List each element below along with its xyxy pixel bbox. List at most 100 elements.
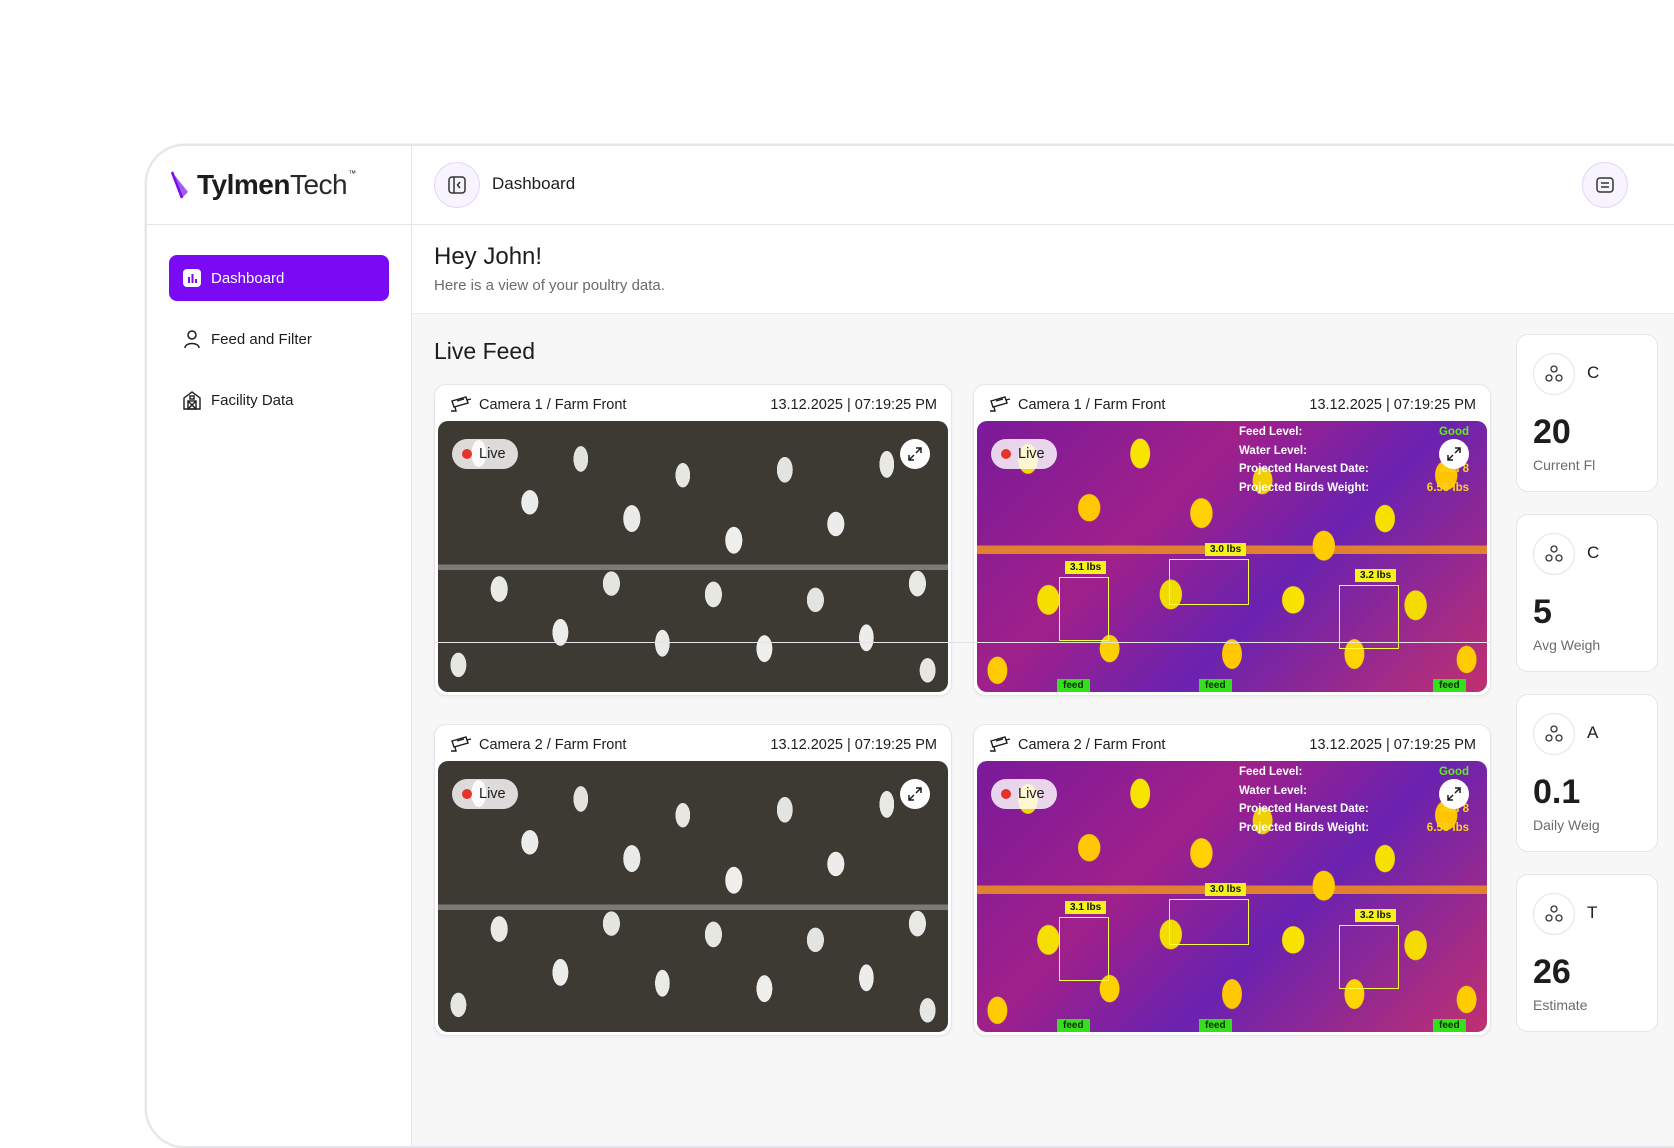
bird-bounding-box: [1059, 917, 1109, 981]
sidebar: TylmenTech™ Dashboard Feed and Filter Fa…: [147, 146, 412, 1146]
expand-icon: [1446, 446, 1462, 462]
camera-card[interactable]: Camera 1 / Farm Front 13.12.2025 | 07:19:…: [973, 384, 1491, 696]
recycle-icon: [1533, 713, 1575, 755]
bird-weight-tag: 3.1 lbs: [1065, 561, 1107, 574]
stat-label: C: [1587, 363, 1600, 382]
expand-icon: [1446, 786, 1462, 802]
camera-card[interactable]: Camera 2 / Farm Front 13.12.2025 | 07:19:…: [973, 724, 1491, 1036]
stat-card[interactable]: T 26 Estimate: [1516, 874, 1658, 1032]
user-icon: [181, 328, 203, 350]
overlay-label: Projected Birds Weight:: [1239, 481, 1370, 494]
overlay-value: 6.58 lbs: [1426, 821, 1469, 834]
stat-subtitle: Current Fl: [1533, 457, 1596, 473]
recycle-icon: [1533, 353, 1575, 395]
bird-weight-tag: 3.0 lbs: [1205, 883, 1247, 896]
live-dot-icon: [462, 449, 472, 459]
stat-card[interactable]: C 5 Avg Weigh: [1516, 514, 1658, 672]
cctv-camera-icon: [449, 395, 473, 415]
divider: [434, 642, 1490, 643]
greeting-banner: Hey John! Here is a view of your poultry…: [412, 225, 1674, 314]
sidebar-item-label: Dashboard: [211, 269, 285, 287]
feed-tag: feed: [1199, 1019, 1232, 1032]
stat-subtitle: Daily Weig: [1533, 817, 1600, 833]
camera-card[interactable]: Camera 2 / Farm Front 13.12.2025 | 07:19:…: [434, 724, 952, 1036]
overlay-label: Feed Level:: [1239, 766, 1303, 778]
bird-weight-tag: 3.1 lbs: [1065, 901, 1107, 914]
feed-tag: feed: [1433, 679, 1466, 692]
bird-bounding-box: [1169, 559, 1249, 605]
topbar: Dashboard: [412, 146, 1674, 225]
camera-header: Camera 1 / Farm Front 13.12.2025 | 07:19:…: [988, 395, 1476, 415]
live-badge: Live: [452, 439, 518, 469]
stat-value: 0.1: [1533, 773, 1581, 811]
live-dot-icon: [1001, 789, 1011, 799]
feather-logo-icon: [170, 171, 188, 199]
camera-timestamp: 13.12.2025 | 07:19:25 PM: [770, 737, 937, 753]
overlay-label: Projected Harvest Date:: [1239, 803, 1369, 815]
greeting-subtitle: Here is a view of your poultry data.: [434, 277, 665, 294]
camera-name: Camera 2 / Farm Front: [479, 737, 627, 753]
live-dot-icon: [462, 789, 472, 799]
cctv-camera-icon: [988, 735, 1012, 755]
bird-weight-tag: 3.2 lbs: [1355, 909, 1397, 922]
camera-header: Camera 1 / Farm Front 13.12.2025 | 07:19:…: [449, 395, 937, 415]
camera-view[interactable]: Live: [438, 761, 948, 1032]
feed-tag: feed: [1199, 679, 1232, 692]
camera-name: Camera 1 / Farm Front: [479, 397, 627, 413]
camera-view[interactable]: Live: [438, 421, 948, 692]
feed-tag: feed: [1057, 679, 1090, 692]
chart-icon: [181, 267, 203, 289]
recycle-icon: [1533, 893, 1575, 935]
bird-bounding-box: [1059, 577, 1109, 641]
bird-weight-tag: 3.2 lbs: [1355, 569, 1397, 582]
stat-value: 20: [1533, 413, 1571, 451]
stat-label: T: [1587, 903, 1598, 922]
bird-bounding-box: [1339, 585, 1399, 649]
expand-button[interactable]: [900, 439, 930, 469]
bird-bounding-box: [1169, 899, 1249, 945]
overlay-label: Water Level:: [1239, 784, 1307, 797]
sidebar-toggle-icon: [448, 176, 466, 194]
expand-icon: [907, 446, 923, 462]
sidebar-item-facility-data[interactable]: Facility Data: [169, 377, 389, 423]
sidebar-item-dashboard[interactable]: Dashboard: [169, 255, 389, 301]
live-badge: Live: [991, 779, 1057, 809]
stat-subtitle: Avg Weigh: [1533, 637, 1601, 653]
cctv-camera-icon: [988, 395, 1012, 415]
expand-button[interactable]: [1439, 439, 1469, 469]
sidebar-item-feed-and-filter[interactable]: Feed and Filter: [169, 316, 389, 362]
live-badge: Live: [452, 779, 518, 809]
cctv-camera-icon: [449, 735, 473, 755]
expand-button[interactable]: [1439, 779, 1469, 809]
camera-view[interactable]: Live Feed Level:GoodWater Level:GProjecte…: [977, 761, 1487, 1032]
menu-icon: [1596, 177, 1614, 193]
collapse-sidebar-button[interactable]: [434, 162, 480, 208]
overlay-label: Water Level:: [1239, 444, 1307, 457]
brand-logo[interactable]: TylmenTech™: [147, 146, 411, 225]
stats-overlay: Feed Level:GoodWater Level:GProjected Ha…: [1239, 763, 1469, 837]
expand-button[interactable]: [900, 779, 930, 809]
live-label: Live: [479, 786, 506, 802]
stat-value: 5: [1533, 593, 1552, 631]
camera-name: Camera 1 / Farm Front: [1018, 397, 1166, 413]
camera-view[interactable]: Live Feed Level:GoodWater Level:GProjecte…: [977, 421, 1487, 692]
sidebar-nav: Dashboard Feed and Filter Facility Data: [147, 225, 411, 468]
barn-icon: [181, 389, 203, 411]
live-dot-icon: [1001, 449, 1011, 459]
feed-tag: feed: [1057, 1019, 1090, 1032]
camera-name: Camera 2 / Farm Front: [1018, 737, 1166, 753]
camera-header: Camera 2 / Farm Front 13.12.2025 | 07:19:…: [988, 735, 1476, 755]
menu-button[interactable]: [1582, 162, 1628, 208]
stat-label: A: [1587, 723, 1599, 742]
stat-card[interactable]: C 20 Current Fl: [1516, 334, 1658, 492]
page-title: Dashboard: [492, 174, 576, 193]
app-frame: TylmenTech™ Dashboard Feed and Filter Fa…: [145, 144, 1674, 1148]
stats-overlay: Feed Level:GoodWater Level:GProjected Ha…: [1239, 423, 1469, 497]
stat-card[interactable]: A 0.1 Daily Weig: [1516, 694, 1658, 852]
expand-icon: [907, 786, 923, 802]
camera-timestamp: 13.12.2025 | 07:19:25 PM: [1309, 737, 1476, 753]
camera-header: Camera 2 / Farm Front 13.12.2025 | 07:19:…: [449, 735, 937, 755]
camera-card[interactable]: Camera 1 / Farm Front 13.12.2025 | 07:19:…: [434, 384, 952, 696]
brand-wordmark: TylmenTech™: [197, 169, 356, 200]
main-content: Live Feed Camera 1 / Farm Front 13.12.202…: [412, 314, 1674, 1146]
